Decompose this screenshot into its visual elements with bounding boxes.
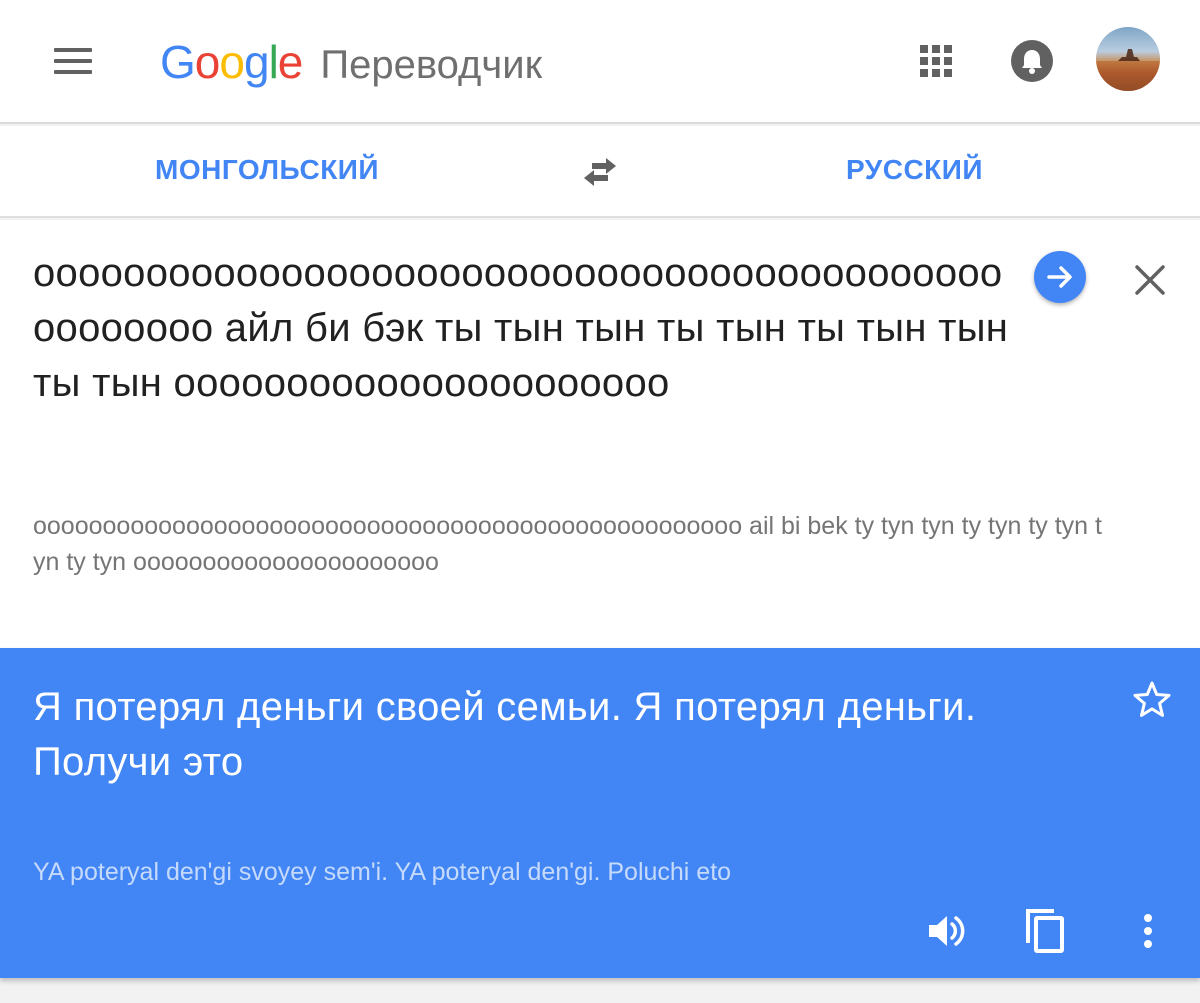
star-outline-icon[interactable] [1132,680,1172,720]
source-transliteration: oooooooooooooooooooooooooooooooooooooooo… [33,512,1102,576]
more-vert-icon[interactable] [1140,910,1156,952]
bell-icon[interactable] [1011,40,1053,82]
translation-result-card: Я потерял деньги своей семьи. Я потерял … [0,648,1200,978]
brand: Google Переводчик [160,34,542,90]
source-text-input[interactable]: оооооооооооооооооооооооооооооооооооооооо… [33,246,1023,411]
speaker-icon[interactable] [925,910,967,952]
app-header: Google Переводчик [0,0,1200,124]
menu-icon[interactable] [54,48,92,74]
swap-arrows-icon[interactable] [580,154,620,190]
target-language-button[interactable]: РУССКИЙ [846,154,983,186]
language-bar: МОНГОЛЬСКИЙ РУССКИЙ [0,126,1200,218]
copy-icon[interactable] [1024,907,1066,955]
source-language-button[interactable]: МОНГОЛЬСКИЙ [155,154,379,186]
google-logo: Google [160,36,303,88]
apps-grid-icon[interactable] [920,45,953,78]
translate-go-button[interactable] [1034,251,1086,303]
app-title: Переводчик [320,43,543,87]
translation-transliteration: YA poteryal den'gi svoyey sem'i. YA pote… [33,858,732,886]
input-panel: оооооооооооооооооооооооооооооооооооооооо… [0,220,1200,648]
close-icon[interactable] [1130,260,1170,300]
translate-app: Google Переводчик МОНГОЛЬСКИЙ РУССКИЙ оо… [0,0,1200,1003]
user-avatar[interactable] [1096,27,1160,91]
translation-text: Я потерял деньги своей семьи. Я потерял … [33,685,977,784]
arrow-right-icon [1047,266,1072,288]
